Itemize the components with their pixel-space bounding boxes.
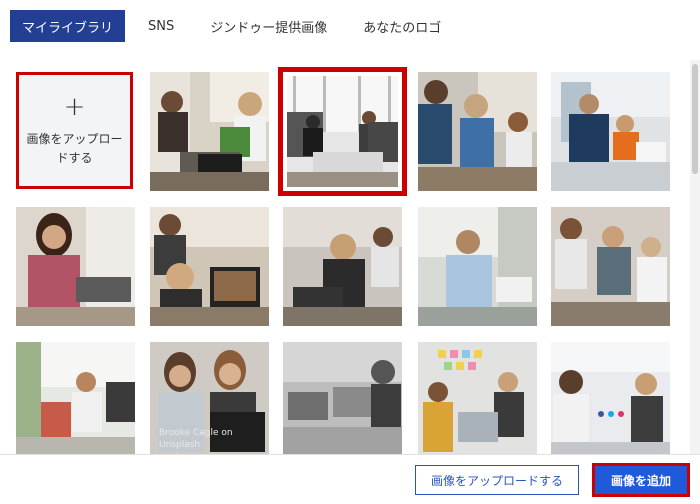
photo-team-discussion bbox=[418, 72, 537, 191]
image-thumbnail[interactable] bbox=[418, 207, 537, 326]
image-thumbnail-selected[interactable] bbox=[278, 67, 407, 196]
photo-meeting-window bbox=[283, 72, 402, 191]
photo-laptop-group bbox=[150, 207, 269, 326]
image-thumbnail[interactable] bbox=[283, 207, 402, 326]
photo-office-laptop bbox=[150, 72, 269, 191]
photo-presentation bbox=[551, 342, 670, 454]
image-thumbnail[interactable] bbox=[551, 72, 670, 191]
image-thumbnail[interactable] bbox=[16, 207, 135, 326]
photo-laptops-grayscale bbox=[283, 342, 402, 454]
dialog-footer: 画像をアップロードする 画像を追加 bbox=[0, 454, 700, 504]
upload-tile-label: 画像をアップロードする bbox=[26, 131, 123, 165]
scrollbar-thumb[interactable] bbox=[692, 64, 698, 174]
image-thumbnail[interactable] bbox=[418, 342, 537, 454]
upload-image-button[interactable]: 画像をアップロードする bbox=[415, 465, 579, 495]
photo-credit: Brooke Cagle on Unsplash bbox=[159, 428, 233, 450]
tab-my-library[interactable]: マイライブラリ bbox=[10, 10, 126, 42]
image-thumbnail[interactable] bbox=[551, 342, 670, 454]
image-picker-dialog: マイライブラリ SNS ジンドゥー提供画像 あなたのロゴ + 画像をアップロード… bbox=[0, 0, 700, 504]
photo-woman-smiling bbox=[16, 207, 135, 326]
add-image-button[interactable]: 画像を追加 bbox=[592, 463, 690, 497]
image-thumbnail[interactable] bbox=[551, 207, 670, 326]
photo-man-laptop bbox=[551, 72, 670, 191]
photo-man-at-desk bbox=[418, 207, 537, 326]
tab-sns[interactable]: SNS bbox=[135, 10, 187, 42]
grid-scrollbar[interactable] bbox=[690, 60, 700, 454]
image-grid: + 画像をアップロードする Brooke Cagle on Unsplash bbox=[0, 52, 690, 454]
plus-icon: + bbox=[63, 91, 86, 122]
image-thumbnail[interactable] bbox=[150, 72, 269, 191]
upload-image-tile[interactable]: + 画像をアップロードする bbox=[16, 72, 133, 189]
tab-your-logo[interactable]: あなたのロゴ bbox=[350, 10, 454, 42]
tab-jimdo-images[interactable]: ジンドゥー提供画像 bbox=[197, 10, 340, 42]
photo-bright-office bbox=[16, 342, 135, 454]
image-thumbnail[interactable] bbox=[418, 72, 537, 191]
photo-desk-work bbox=[283, 207, 402, 326]
photo-sticky-notes-wall bbox=[418, 342, 537, 454]
photo-team-laptops bbox=[551, 207, 670, 326]
image-thumbnail[interactable] bbox=[283, 342, 402, 454]
image-thumbnail[interactable]: Brooke Cagle on Unsplash bbox=[150, 342, 269, 454]
image-thumbnail[interactable] bbox=[16, 342, 135, 454]
tab-bar: マイライブラリ SNS ジンドゥー提供画像 あなたのロゴ bbox=[0, 0, 700, 52]
image-thumbnail[interactable] bbox=[150, 207, 269, 326]
